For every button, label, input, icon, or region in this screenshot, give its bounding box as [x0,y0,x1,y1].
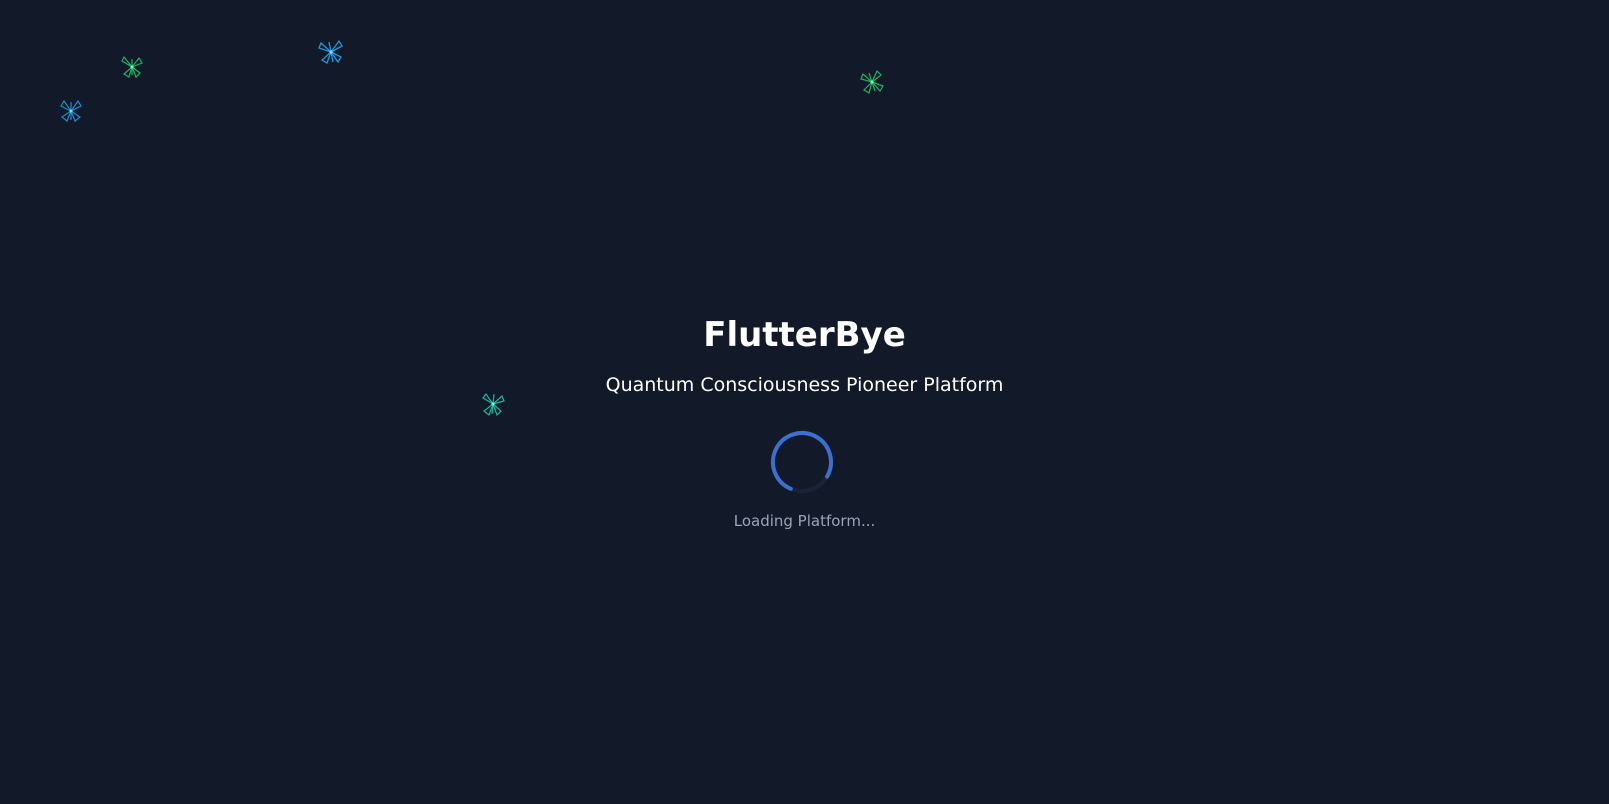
loading-text: Loading Platform... [733,512,876,530]
app-title: FlutterBye [703,315,906,355]
app-subtitle: Quantum Consciousness Pioneer Platform [605,374,1004,396]
loading-screen: FlutterBye Quantum Consciousness Pioneer… [0,0,1609,804]
loading-panel: FlutterBye Quantum Consciousness Pioneer… [0,0,1609,804]
loading-spinner-icon [770,431,833,493]
